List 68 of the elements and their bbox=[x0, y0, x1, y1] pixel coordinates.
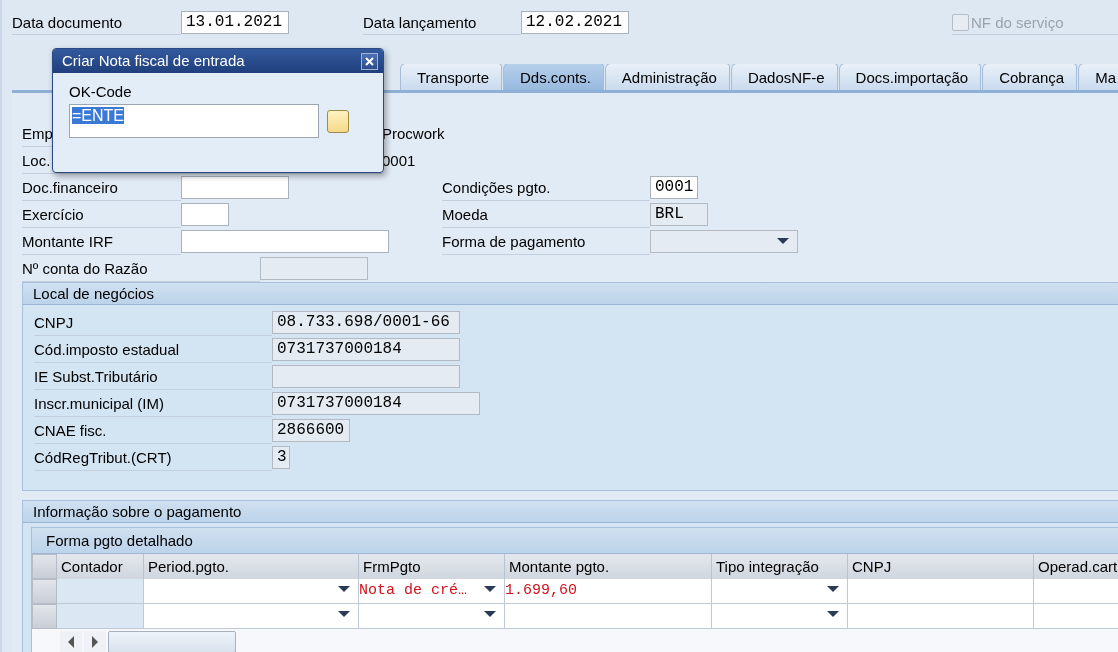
row-selector[interactable] bbox=[32, 579, 57, 604]
table-cell[interactable] bbox=[505, 604, 712, 629]
column-header[interactable]: FrmPgto bbox=[359, 554, 505, 579]
tab[interactable]: Administração bbox=[604, 64, 730, 90]
column-header[interactable]: Contador bbox=[57, 554, 144, 579]
input-field[interactable] bbox=[181, 203, 229, 226]
group-title: Local de negócios bbox=[23, 283, 1118, 305]
field-label: CNPJ bbox=[34, 309, 272, 336]
input-field[interactable]: 2866600 bbox=[272, 419, 350, 442]
input-field[interactable]: 0731737000184 bbox=[272, 392, 480, 415]
date-field[interactable]: 13.01.2021 bbox=[181, 11, 289, 34]
field-label: Nº conta do Razão bbox=[22, 255, 260, 282]
tab[interactable]: Ma bbox=[1078, 64, 1118, 90]
dropdown-caret-icon[interactable] bbox=[338, 586, 350, 593]
field-label: Cód.imposto estadual bbox=[34, 336, 272, 363]
column-header[interactable]: Tipo integração bbox=[712, 554, 848, 579]
field-label: CódRegTribut.(CRT) bbox=[34, 444, 272, 471]
table-cell[interactable] bbox=[1034, 579, 1118, 604]
dropdown-caret-icon[interactable] bbox=[484, 586, 496, 593]
table-cell[interactable] bbox=[712, 579, 848, 604]
tab[interactable]: Cobrança bbox=[982, 64, 1078, 90]
input-field[interactable]: 08.733.698/0001-66 bbox=[272, 311, 460, 334]
input-field[interactable]: =ENTE bbox=[69, 104, 319, 138]
input-field[interactable] bbox=[181, 230, 389, 253]
table-cell[interactable] bbox=[144, 604, 359, 629]
table-cell[interactable] bbox=[848, 604, 1034, 629]
table-cell[interactable] bbox=[144, 579, 359, 604]
dropdown-caret-icon[interactable] bbox=[484, 611, 496, 618]
field-label: Inscr.municipal (IM) bbox=[34, 390, 272, 417]
table-cell[interactable] bbox=[359, 604, 505, 629]
input-field[interactable] bbox=[181, 176, 289, 199]
table-cell[interactable] bbox=[848, 579, 1034, 604]
tab[interactable]: Transporte bbox=[400, 64, 502, 90]
table-cell[interactable]: 1.699,60 bbox=[505, 579, 712, 604]
table-title: Forma pgto detalhado bbox=[32, 528, 1118, 554]
dropdown-caret-icon[interactable] bbox=[827, 611, 839, 618]
dropdown-caret-icon[interactable] bbox=[827, 586, 839, 593]
field-label: Condições pgto. bbox=[442, 174, 650, 201]
group-title: Informação sobre o pagamento bbox=[23, 501, 1118, 523]
field-label: IE Subst.Tributário bbox=[34, 363, 272, 390]
table-cell[interactable] bbox=[1034, 604, 1118, 629]
checkbox-label: NF do serviço bbox=[971, 13, 1064, 31]
tab[interactable]: DadosNF-e bbox=[730, 64, 838, 90]
input-field[interactable]: 0731737000184 bbox=[272, 338, 460, 361]
dropdown-caret-icon[interactable] bbox=[338, 611, 350, 618]
date-field[interactable]: 12.02.2021 bbox=[521, 11, 629, 34]
tab[interactable]: Dds.conts. bbox=[503, 64, 604, 90]
input-field[interactable] bbox=[272, 365, 460, 388]
column-header[interactable]: Period.pgto. bbox=[144, 554, 359, 579]
tab[interactable]: Docs.importação bbox=[838, 64, 982, 90]
column-header[interactable]: Montante pgto. bbox=[505, 554, 712, 579]
close-icon[interactable] bbox=[361, 52, 378, 70]
dialog-title: Criar Nota fiscal de entrada bbox=[62, 51, 246, 71]
table-cell[interactable]: Nota de cré… bbox=[359, 579, 505, 604]
scroll-left-icon[interactable] bbox=[60, 630, 82, 652]
scroll-right-icon[interactable] bbox=[84, 630, 106, 652]
confirm-button[interactable] bbox=[327, 109, 349, 133]
input-field[interactable]: 3 bbox=[272, 446, 290, 469]
field-label: Forma de pagamento bbox=[442, 228, 650, 255]
table-cell[interactable] bbox=[712, 604, 848, 629]
column-header[interactable]: CNPJ bbox=[848, 554, 1034, 579]
field-label: CNAE fisc. bbox=[34, 417, 272, 444]
field-label: OK-Code bbox=[69, 83, 132, 100]
row-selector[interactable] bbox=[32, 554, 57, 579]
column-header[interactable]: Operad.cart bbox=[1034, 554, 1118, 579]
field-label: Moeda bbox=[442, 201, 650, 228]
scrollbar-thumb[interactable] bbox=[108, 630, 236, 652]
input-field[interactable]: 0001 bbox=[650, 176, 698, 199]
